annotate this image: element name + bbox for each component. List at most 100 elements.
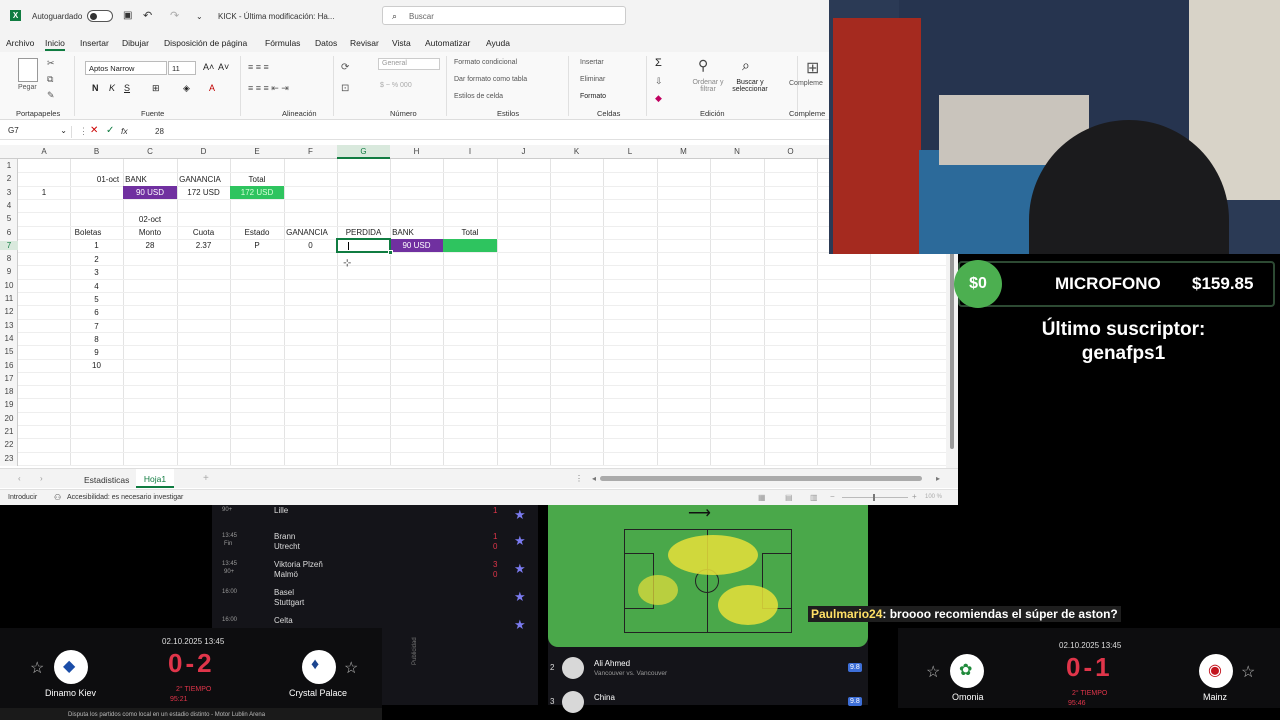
monto-header-cell[interactable]: Monto	[123, 228, 177, 237]
date-cell-2[interactable]: 02-oct	[123, 215, 177, 224]
boletas-header-cell[interactable]: Boletas	[70, 228, 106, 237]
perdida-header-cell[interactable]: PERDIDA	[337, 228, 390, 237]
row-header[interactable]: 10	[0, 281, 18, 290]
col-header-k[interactable]: K	[550, 147, 603, 156]
player-row[interactable]: 3 China 9.8	[548, 689, 868, 719]
col-header-h[interactable]: H	[390, 147, 443, 156]
accessibility-icon[interactable]: ⚇	[54, 493, 61, 502]
col-header-l[interactable]: L	[603, 147, 657, 156]
tab-archivo[interactable]: Archivo	[6, 38, 34, 48]
row-header[interactable]: 23	[0, 454, 18, 463]
format-table-button[interactable]: Dar formato como tabla	[454, 76, 527, 83]
cancel-icon[interactable]: ✕	[90, 125, 98, 136]
row-header[interactable]: 1	[0, 161, 18, 170]
row-header[interactable]: 3	[0, 188, 18, 197]
tab-inicio[interactable]: Inicio	[45, 38, 65, 51]
font-size-select[interactable]: 11	[168, 61, 196, 75]
redo-icon[interactable]: ↷	[170, 9, 179, 22]
bank-header-cell-2[interactable]: BANK	[390, 228, 416, 237]
formula-menu-icon[interactable]: ⋮	[79, 126, 88, 137]
sort-filter-icon[interactable]: ⚲	[698, 57, 708, 74]
sheet-tab-hoja1[interactable]: Hoja1	[136, 469, 174, 488]
find-icon[interactable]: ⌕	[742, 57, 750, 74]
estado-header-cell[interactable]: Estado	[230, 228, 284, 237]
scroll-right-icon[interactable]: ▸	[936, 474, 940, 483]
autosave-toggle[interactable]	[87, 10, 113, 22]
clear-icon[interactable]: ◆	[655, 93, 662, 104]
paste-button[interactable]: Pegar	[18, 84, 37, 91]
wrap-text-icon[interactable]: ⟳	[341, 62, 349, 73]
ganancia-value-cell-2[interactable]: 0	[284, 241, 337, 250]
undo-icon[interactable]: ↶	[143, 9, 152, 22]
match-row[interactable]: 16:00 Basel Stuttgart ★	[212, 585, 538, 613]
tab-dibujar[interactable]: Dibujar	[122, 38, 149, 48]
right-away-favorite-icon[interactable]: ☆	[1241, 662, 1255, 682]
fill-color-icon[interactable]: ◈	[183, 83, 190, 94]
row-header[interactable]: 18	[0, 387, 18, 396]
next-sheet-icon[interactable]: ›	[40, 474, 43, 483]
italic-button[interactable]: K	[109, 83, 115, 93]
row-header[interactable]: 6	[0, 228, 18, 237]
fill-handle[interactable]	[388, 250, 393, 255]
left-home-favorite-icon[interactable]: ☆	[30, 658, 44, 678]
col-header-a[interactable]: A	[18, 147, 70, 156]
format-painter-icon[interactable]: ✎	[47, 90, 55, 101]
bank-value-cell[interactable]: 90 USD	[123, 188, 177, 197]
number-format-select[interactable]: General	[378, 58, 440, 70]
boleta-number-cell[interactable]: 6	[70, 308, 123, 317]
bank-value-cell-2[interactable]: 90 USD	[390, 241, 443, 250]
match-row[interactable]: 13:45 90+ Viktoria Plzeň Malmö 3 0 ★	[212, 557, 538, 585]
normal-view-icon[interactable]: ▦	[758, 493, 766, 502]
match-row[interactable]: 90+ Lille 1 ★	[212, 503, 538, 531]
estado-value-cell[interactable]: P	[230, 241, 284, 250]
borders-icon[interactable]: ⊞	[152, 83, 160, 94]
col-header-m[interactable]: M	[657, 147, 710, 156]
underline-button[interactable]: S	[124, 83, 130, 93]
font-color-icon[interactable]: A	[209, 83, 215, 93]
copy-icon[interactable]: ⧉	[47, 74, 53, 85]
addins-icon[interactable]: ⊞	[806, 58, 819, 78]
shrink-font-icon[interactable]: A˅	[218, 62, 229, 72]
search-box[interactable]: ⌕ Buscar	[382, 6, 626, 25]
col-header-n[interactable]: N	[710, 147, 764, 156]
tab-formulas[interactable]: Fórmulas	[265, 38, 300, 48]
horizontal-scrollbar[interactable]	[600, 476, 922, 481]
insert-cells-button[interactable]: Insertar	[580, 59, 604, 66]
currency-icon[interactable]: $ ~ % 000	[380, 82, 412, 89]
zoom-out-icon[interactable]: −	[830, 492, 835, 501]
boleta-number-cell[interactable]: 7	[70, 322, 123, 331]
row-header[interactable]: 19	[0, 400, 18, 409]
row-header[interactable]: 16	[0, 361, 18, 370]
align-left-icon[interactable]: ≡ ≡ ≡ ⇤ ⇥	[248, 83, 289, 94]
accessibility-status[interactable]: Accesibilidad: es necesario investigar	[67, 494, 183, 501]
cell-styles-button[interactable]: Estilos de celda	[454, 93, 503, 100]
grow-font-icon[interactable]: A˄	[203, 62, 214, 72]
autosum-icon[interactable]: Σ	[655, 57, 662, 69]
find-select-button[interactable]: Buscar y seleccionar	[726, 79, 774, 93]
row-header[interactable]: 8	[0, 254, 18, 263]
match-row[interactable]: 13:45 Fin Brann Utrecht 1 0 ★	[212, 529, 538, 557]
row-header[interactable]: 5	[0, 214, 18, 223]
player-row[interactable]: 2 Ali Ahmed Vancouver vs. Vancouver 9.8	[548, 655, 868, 685]
add-sheet-icon[interactable]: +	[203, 473, 209, 484]
cuota-header-cell[interactable]: Cuota	[177, 228, 230, 237]
tab-automatizar[interactable]: Automatizar	[425, 38, 470, 48]
insert-function-icon[interactable]: fx	[121, 126, 128, 136]
row-header[interactable]: 14	[0, 334, 18, 343]
bank-header-cell[interactable]: BANK	[118, 175, 154, 184]
row-header[interactable]: 4	[0, 201, 18, 210]
conditional-format-button[interactable]: Formato condicional	[454, 59, 517, 66]
row-header[interactable]: 7	[0, 240, 18, 250]
sheet-tab-estadisticas[interactable]: Estadisticas	[84, 475, 129, 485]
ganancia-header-cell[interactable]: GANANCIA	[177, 175, 223, 184]
cut-icon[interactable]: ✂	[47, 58, 55, 69]
confirm-icon[interactable]: ✓	[106, 125, 114, 136]
boleta-number-cell[interactable]: 2	[70, 255, 123, 264]
tab-ayuda[interactable]: Ayuda	[486, 38, 510, 48]
scroll-left-icon[interactable]: ◂	[592, 474, 596, 483]
sort-filter-button[interactable]: Ordenar y filtrar	[688, 79, 728, 93]
col-header-j[interactable]: J	[497, 147, 550, 156]
bold-button[interactable]: N	[92, 83, 99, 93]
format-cells-button[interactable]: Formato	[580, 93, 606, 100]
align-top-icon[interactable]: ≡ ≡ ≡	[248, 62, 269, 72]
